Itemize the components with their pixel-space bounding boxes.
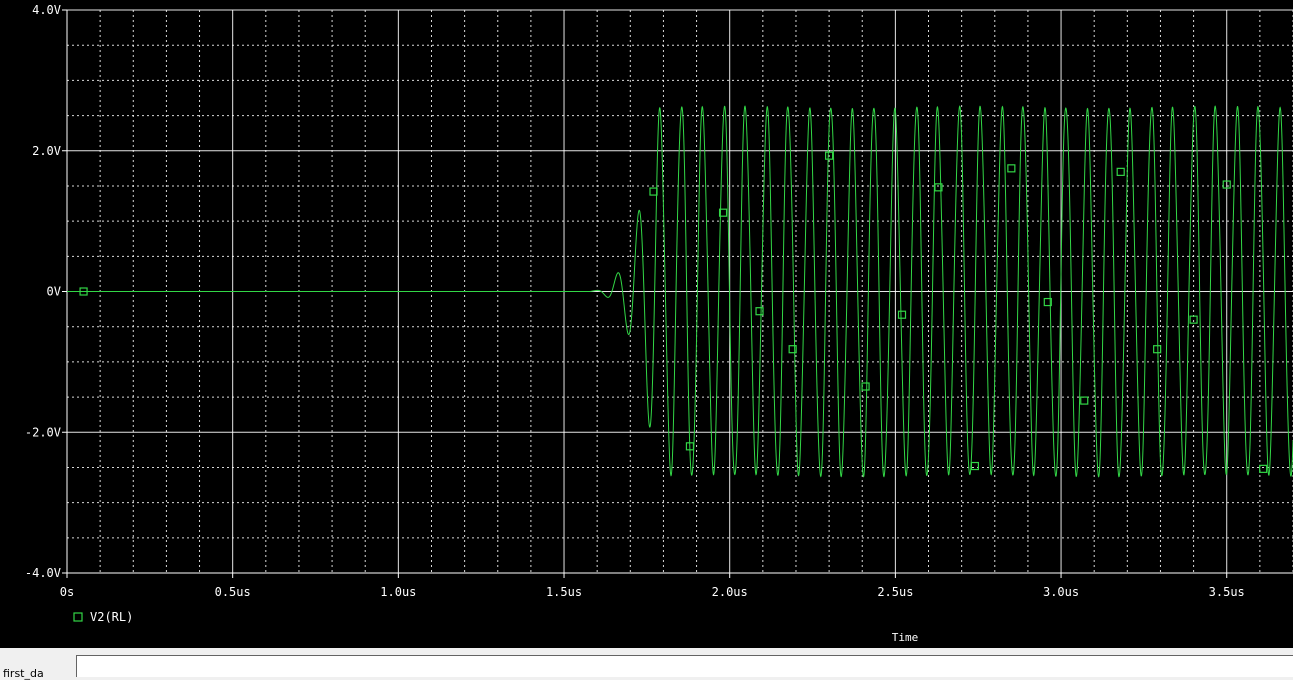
- series-marker: [1007, 164, 1016, 173]
- series-marker: [1080, 396, 1089, 405]
- x-tick-label: 2.0us: [712, 585, 748, 599]
- series-marker: [1259, 464, 1268, 473]
- x-tick-label: 3.0us: [1043, 585, 1079, 599]
- x-axis-label: Time: [892, 631, 919, 644]
- x-tick-label: 0s: [60, 585, 74, 599]
- axes: 0s 0.5us 1.0us 1.5us 2.0us 2.5us 3.0us 3.5us 4.0…: [25, 3, 1293, 599]
- series-marker: [755, 307, 764, 316]
- waveform-chart[interactable]: 0s 0.5us 1.0us 1.5us 2.0us 2.5us 3.0us 3.5us 4.0…: [0, 0, 1293, 648]
- legend-marker: [73, 612, 83, 622]
- x-tick-label: 1.0us: [380, 585, 416, 599]
- series-marker: [649, 187, 658, 196]
- series-marker: [1116, 167, 1125, 176]
- y-tick-label: 0V: [47, 285, 61, 299]
- plot-window: 0s 0.5us 1.0us 1.5us 2.0us 2.5us 3.0us 3.5us 4.0…: [0, 0, 1293, 648]
- legend-label[interactable]: V2(RL): [90, 610, 133, 624]
- legend[interactable]: V2(RL): [73, 610, 133, 624]
- x-tick-label: 0.5us: [215, 585, 251, 599]
- series-marker: [861, 382, 870, 391]
- series-marker: [1153, 345, 1162, 354]
- y-tick-label: -4.0V: [25, 566, 61, 580]
- x-tick-label: 2.5us: [877, 585, 913, 599]
- series-marker: [970, 461, 980, 471]
- x-tick-label: 3.5us: [1209, 585, 1245, 599]
- series-marker: [1189, 315, 1198, 324]
- status-bar: first_da: [0, 648, 1293, 680]
- y-tick-label: 4.0V: [32, 3, 61, 17]
- series-marker: [897, 310, 907, 319]
- y-tick-label: 2.0V: [32, 144, 61, 158]
- y-tick-label: -2.0V: [25, 425, 61, 439]
- x-tick-label: 1.5us: [546, 585, 582, 599]
